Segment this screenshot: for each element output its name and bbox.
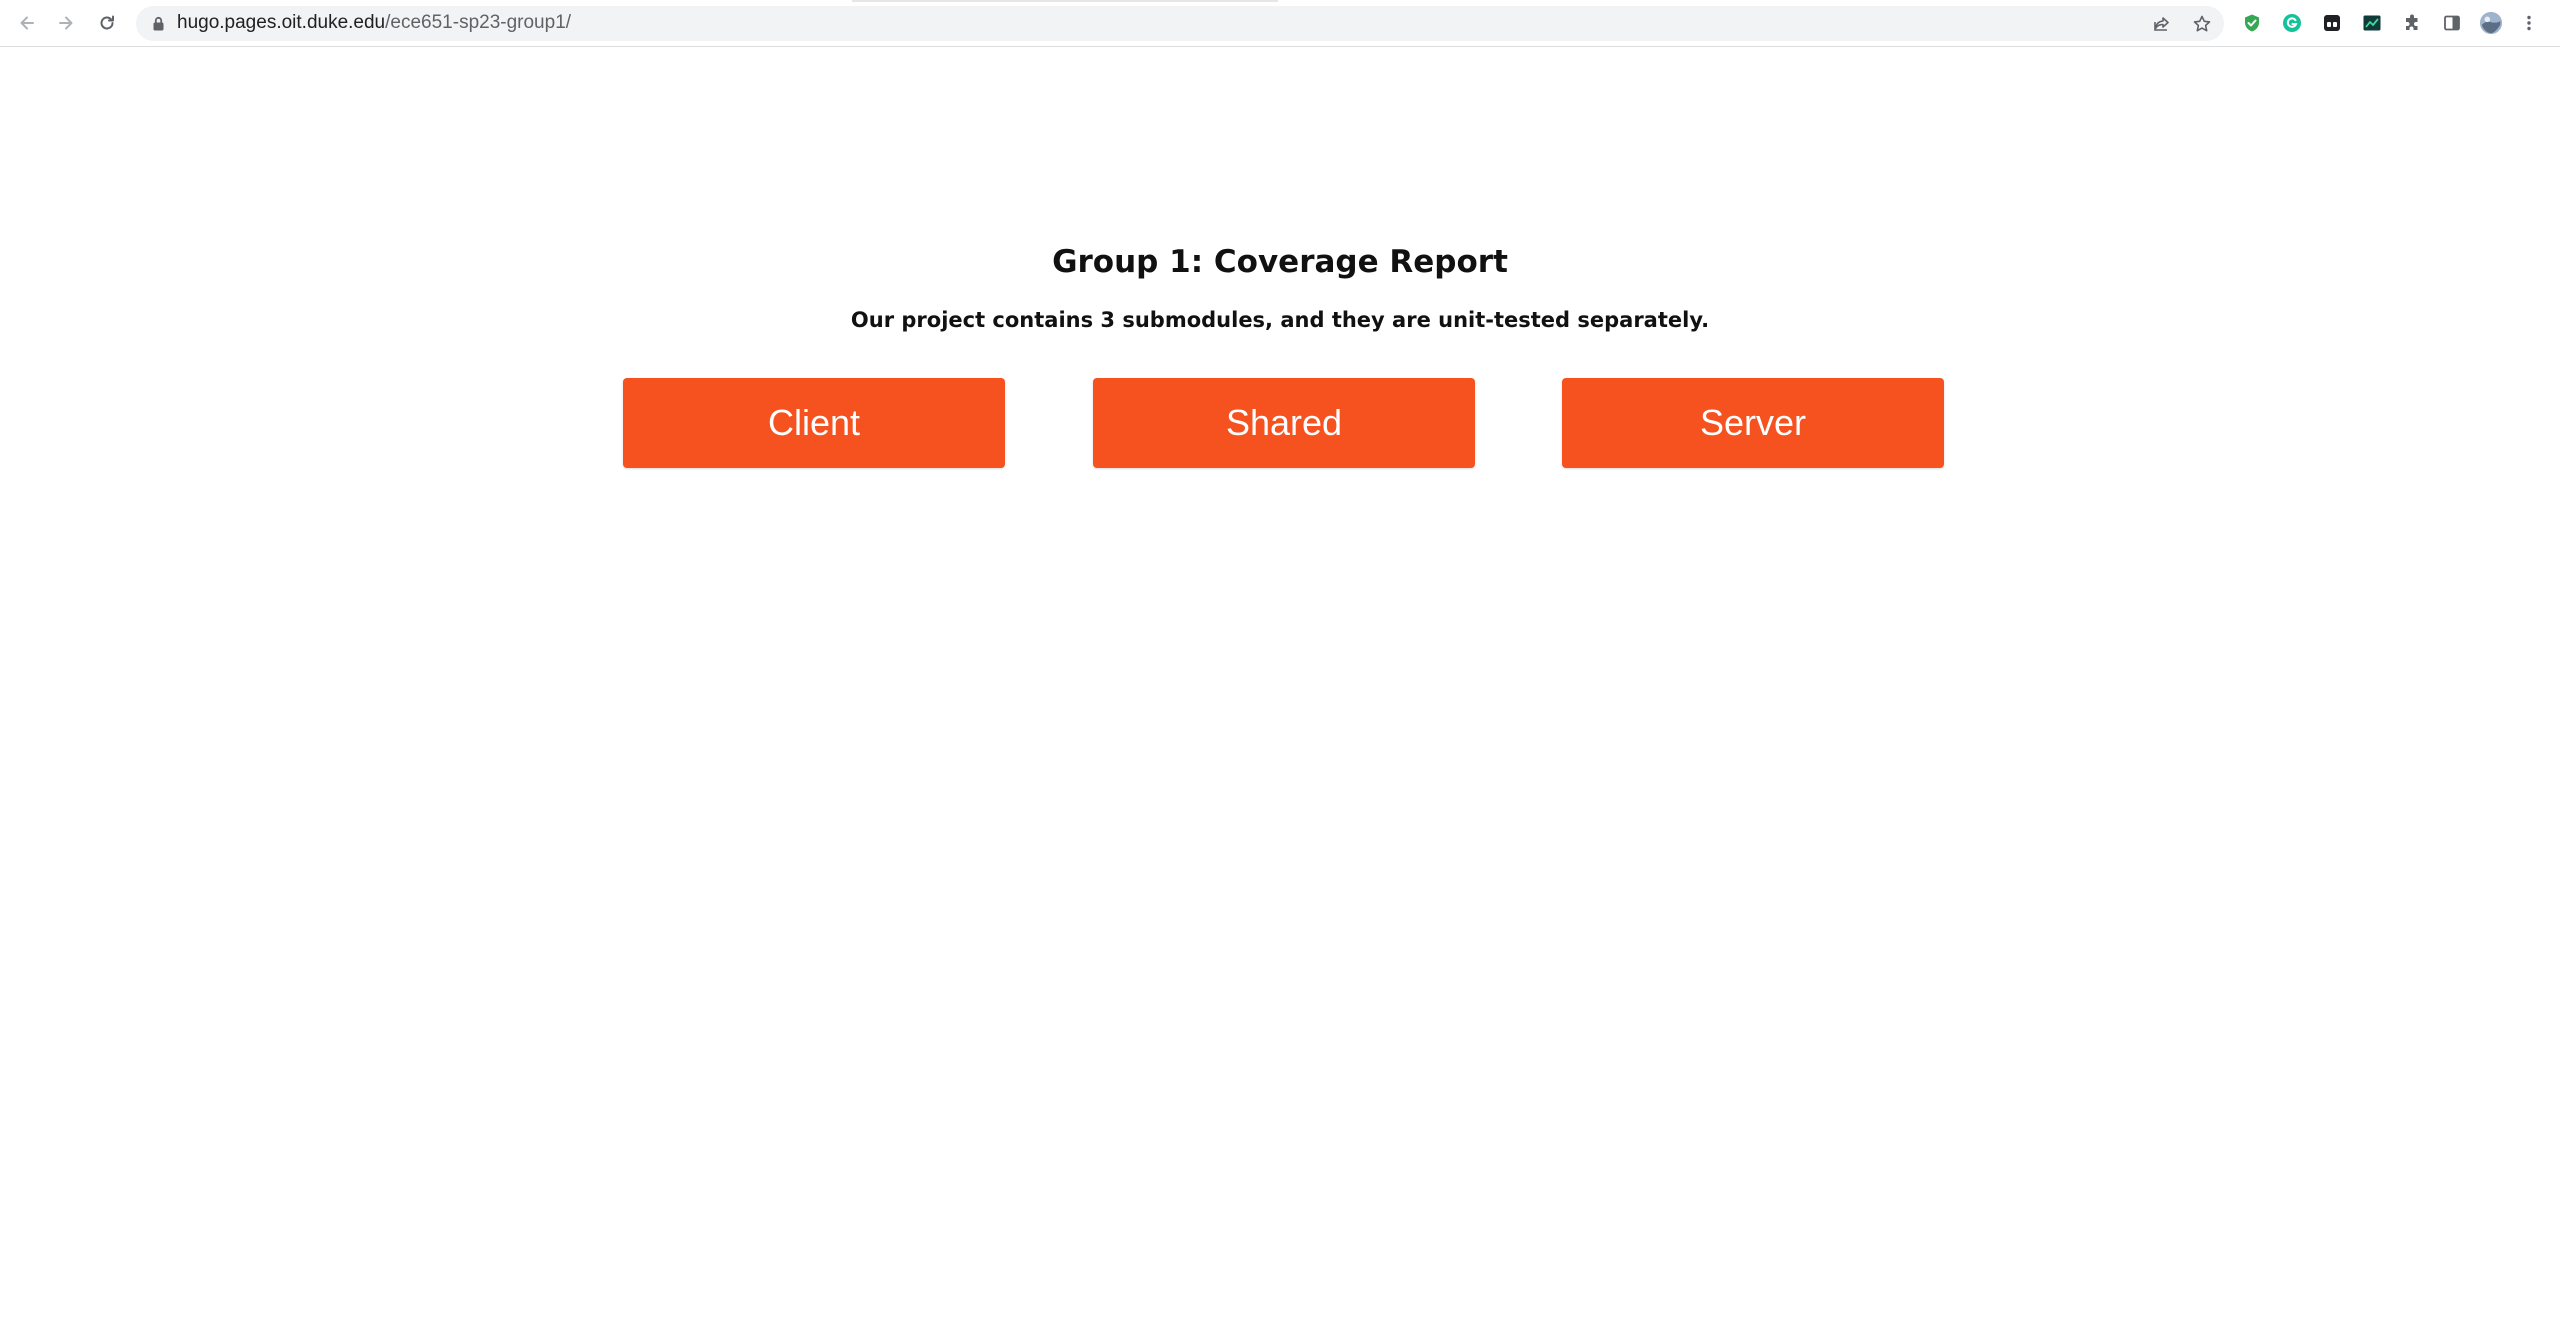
grammarly-extension-icon[interactable]	[2280, 11, 2304, 35]
page-title: Group 1: Coverage Report	[1052, 244, 1508, 280]
url-host: hugo.pages.oit.duke.edu	[177, 12, 386, 33]
star-icon[interactable]	[2190, 12, 2214, 36]
browser-toolbar: hugo.pages.oit.duke.edu/ece651-sp23-grou…	[0, 0, 2560, 47]
share-icon[interactable]	[2150, 12, 2174, 36]
client-button[interactable]: Client	[623, 378, 1005, 468]
back-button[interactable]	[11, 7, 43, 39]
reload-icon	[100, 15, 114, 30]
avatar[interactable]	[2479, 11, 2503, 35]
dark-extension-icon[interactable]	[2320, 11, 2344, 35]
shared-button[interactable]: Shared	[1093, 378, 1475, 468]
chart-extension-icon[interactable]	[2360, 11, 2384, 35]
server-button[interactable]: Server	[1562, 378, 1944, 468]
side-panel-icon[interactable]	[2440, 11, 2464, 35]
lock-icon[interactable]	[150, 15, 166, 31]
address-url[interactable]: hugo.pages.oit.duke.edu/ece651-sp23-grou…	[177, 0, 571, 47]
url-path: /ece651-sp23-group1/	[385, 12, 572, 33]
tab-strip-edge	[852, 0, 1278, 2]
page-subtitle: Our project contains 3 submodules, and t…	[850, 308, 1710, 332]
kebab-menu-icon[interactable]	[2517, 11, 2541, 35]
reload-button[interactable]	[91, 7, 123, 39]
forward-button[interactable]	[50, 7, 82, 39]
shield-check-extension-icon[interactable]	[2240, 11, 2264, 35]
arrow-right-icon	[59, 16, 73, 30]
puzzle-icon[interactable]	[2400, 11, 2424, 35]
arrow-left-icon	[20, 16, 34, 30]
